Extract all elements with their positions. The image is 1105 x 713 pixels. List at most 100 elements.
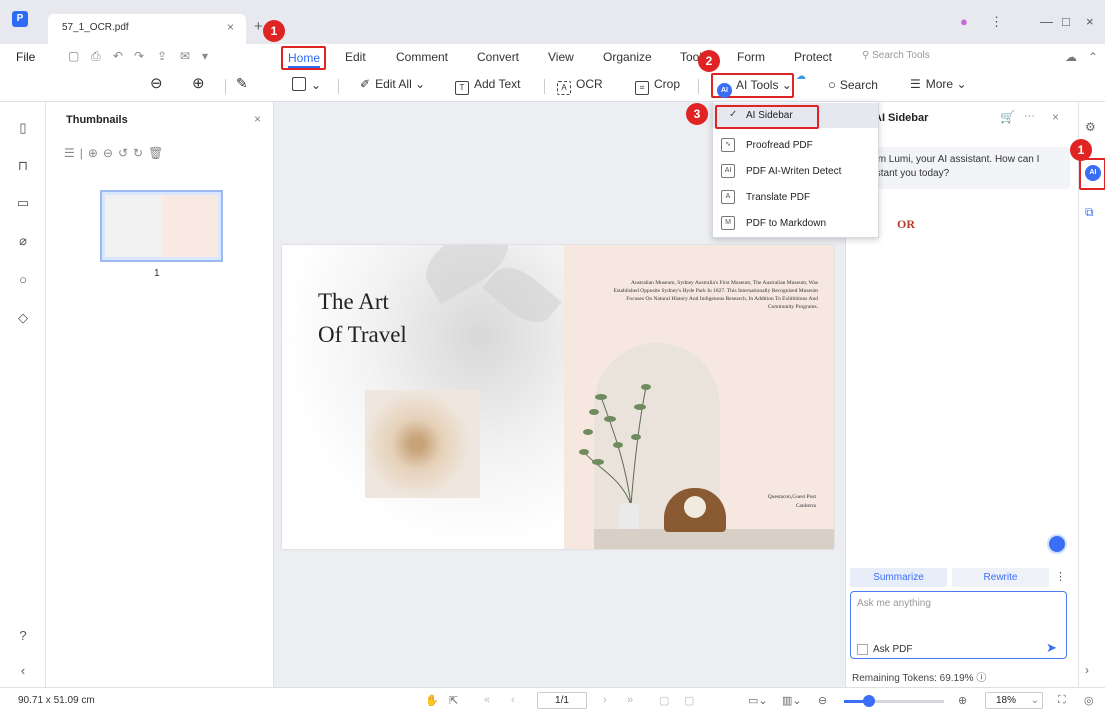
ocr-button[interactable]: A OCR bbox=[557, 77, 603, 95]
callout-badge: 1 bbox=[263, 20, 285, 42]
view-mode-icon[interactable]: ▭⌄ bbox=[748, 694, 768, 707]
print-icon[interactable]: ⎙ bbox=[91, 49, 101, 64]
help-icon[interactable]: ? bbox=[14, 628, 32, 643]
more-icon[interactable]: ··· bbox=[1024, 110, 1035, 122]
zoom-level-select[interactable]: 18% ⌄ bbox=[985, 692, 1043, 709]
customize-dropdown-icon[interactable]: ▾ bbox=[202, 49, 208, 63]
page-right-half: Australian Museum, Sydney Australia's Fi… bbox=[564, 245, 834, 549]
zoom-in-icon[interactable]: ⊕ bbox=[192, 74, 205, 92]
zoom-out-icon[interactable]: ⊖ bbox=[150, 74, 163, 92]
fit-screen-icon[interactable]: ⛶ bbox=[1058, 694, 1066, 707]
close-sidebar-icon[interactable]: × bbox=[1052, 110, 1059, 124]
new-tab-button[interactable]: + bbox=[254, 18, 263, 35]
pdf-page[interactable]: The Art Of Travel Australian Museum, Syd… bbox=[282, 245, 834, 549]
menu-item-markdown[interactable]: M PDF to Markdown bbox=[713, 211, 878, 236]
more-button[interactable]: ☰ More ⌄ bbox=[910, 77, 967, 91]
lumi-assistant-icon[interactable] bbox=[1047, 534, 1067, 554]
zoom-slider-handle[interactable] bbox=[863, 695, 875, 707]
menu-item-translate[interactable]: A Translate PDF bbox=[713, 185, 878, 210]
menu-home[interactable]: Home bbox=[281, 46, 326, 70]
assistant-orb-icon[interactable]: ● bbox=[960, 14, 968, 29]
layers-icon[interactable]: ◇ bbox=[14, 310, 32, 326]
send-icon[interactable]: ➤ bbox=[1046, 640, 1057, 656]
properties-icon[interactable]: ⚙ bbox=[1085, 120, 1096, 134]
document-title-line-1: The Art bbox=[318, 289, 389, 314]
next-page-icon[interactable]: › bbox=[603, 694, 607, 706]
tab-summarize[interactable]: Summarize bbox=[850, 568, 947, 587]
add-text-button[interactable]: T Add Text bbox=[455, 77, 520, 95]
menu-form[interactable]: Form bbox=[737, 50, 765, 64]
crop-button[interactable]: ⌗ Crop bbox=[635, 77, 680, 95]
comment-icon[interactable]: ▭ bbox=[14, 195, 32, 211]
page-left-half: The Art Of Travel bbox=[282, 245, 564, 549]
undo-icon[interactable]: ↶ bbox=[113, 49, 123, 63]
fit-page-icon[interactable]: ▢ bbox=[659, 694, 669, 707]
shape-dropdown[interactable]: ⌄ bbox=[292, 77, 321, 92]
page-number-input[interactable]: 1/1 bbox=[537, 692, 587, 709]
search-button[interactable]: ○ Search bbox=[828, 77, 878, 92]
edit-all-label: Edit All bbox=[375, 77, 412, 91]
last-page-icon[interactable]: » bbox=[627, 694, 633, 706]
menu-view[interactable]: View bbox=[548, 50, 574, 64]
hand-tool-icon[interactable]: ✋ bbox=[425, 694, 439, 707]
page-thumbnail[interactable] bbox=[100, 190, 223, 262]
tab-rewrite[interactable]: Rewrite bbox=[952, 568, 1049, 587]
search-icon[interactable]: ○ bbox=[14, 272, 32, 287]
ai-icon: AI bbox=[1085, 165, 1101, 181]
collapse-right-icon[interactable]: › bbox=[1085, 663, 1089, 677]
zoom-out-icon[interactable]: ⊖ bbox=[818, 694, 827, 707]
ask-pdf-label: Ask PDF bbox=[873, 644, 913, 655]
search-icon: ○ bbox=[828, 77, 836, 92]
menu-item-proofread[interactable]: ∿ Proofread PDF bbox=[713, 133, 878, 158]
save-icon[interactable]: ▢ bbox=[68, 49, 79, 63]
home-toolbar: ⊖ ⊕ ✎ ⌄ ✐ Edit All ⌄ T Add Text A OCR ⌗ Crop… bbox=[0, 71, 1105, 102]
bookmark-icon[interactable]: ⊓ bbox=[14, 158, 32, 174]
fit-width-icon[interactable]: ▢ bbox=[684, 694, 694, 707]
close-tab-icon[interactable]: × bbox=[227, 20, 234, 34]
ai-sidebar-toggle[interactable]: AI bbox=[1079, 158, 1105, 190]
highlight-icon[interactable]: ✎ bbox=[236, 75, 248, 92]
search-label: Search bbox=[839, 78, 878, 92]
menu-bar: File ▢ ⎙ ↶ ↷ ⇪ ✉ ▾ Home Edit Comment Con… bbox=[0, 44, 1105, 71]
maximize-button[interactable]: □ bbox=[1062, 14, 1070, 29]
select-tool-icon[interactable]: ⇱ bbox=[449, 694, 458, 707]
menu-edit[interactable]: Edit bbox=[345, 50, 366, 64]
help-icon[interactable]: ⓘ bbox=[976, 673, 986, 684]
ask-input[interactable]: Ask me anything Ask PDF ➤ bbox=[850, 591, 1067, 659]
more-options-icon[interactable]: ⋮ bbox=[990, 14, 1003, 30]
mail-icon[interactable]: ✉ bbox=[180, 49, 190, 63]
first-page-icon[interactable]: « bbox=[484, 694, 490, 706]
ask-pdf-checkbox[interactable] bbox=[857, 644, 868, 655]
collapse-ribbon-icon[interactable]: ⌃ bbox=[1088, 50, 1098, 64]
zoom-in-icon[interactable]: ⊕ bbox=[958, 694, 967, 707]
translate-icon[interactable]: ⧉ bbox=[1085, 205, 1094, 220]
cloud-icon[interactable]: ☁ bbox=[1065, 50, 1077, 64]
search-tools-input[interactable]: ⚲ Search Tools bbox=[862, 50, 930, 61]
thumbnail-tools[interactable]: ☰|⊕⊖↺↻🗑 bbox=[64, 146, 168, 160]
page-layout-icon[interactable]: ▥⌄ bbox=[782, 694, 802, 707]
menu-protect[interactable]: Protect bbox=[794, 50, 832, 64]
menu-organize[interactable]: Organize bbox=[603, 50, 652, 64]
menu-item-ai-detect[interactable]: AI PDF AI-Writen Detect bbox=[713, 159, 878, 184]
page-dimensions: 90.71 x 51.09 cm bbox=[18, 695, 95, 706]
settings-circle-icon[interactable]: ◎ bbox=[1084, 694, 1094, 707]
minimize-button[interactable]: — bbox=[1040, 14, 1053, 29]
edit-all-button[interactable]: ✐ Edit All ⌄ bbox=[360, 77, 425, 91]
cart-icon[interactable]: 🛒 bbox=[1000, 110, 1015, 124]
menu-item-ai-sidebar[interactable]: ✓ AI Sidebar bbox=[713, 103, 878, 129]
ai-detect-icon: AI bbox=[721, 164, 735, 178]
collapse-left-icon[interactable]: ‹ bbox=[14, 663, 32, 678]
attachment-icon[interactable]: ⌀ bbox=[14, 233, 32, 249]
close-panel-icon[interactable]: × bbox=[254, 112, 261, 126]
menu-comment[interactable]: Comment bbox=[396, 50, 448, 64]
more-tabs-icon[interactable]: ⋮ bbox=[1055, 570, 1066, 583]
ai-tools-button[interactable]: AI AI Tools ⌄ bbox=[711, 73, 794, 98]
thumbnails-icon[interactable]: ▯ bbox=[14, 120, 32, 136]
menu-convert[interactable]: Convert bbox=[477, 50, 519, 64]
redo-icon[interactable]: ↷ bbox=[134, 49, 144, 63]
menu-file[interactable]: File bbox=[16, 50, 35, 64]
close-window-button[interactable]: × bbox=[1086, 14, 1094, 29]
share-icon[interactable]: ⇪ bbox=[157, 49, 167, 63]
document-tab[interactable]: 57_1_OCR.pdf × bbox=[48, 14, 246, 44]
prev-page-icon[interactable]: ‹ bbox=[511, 694, 515, 706]
